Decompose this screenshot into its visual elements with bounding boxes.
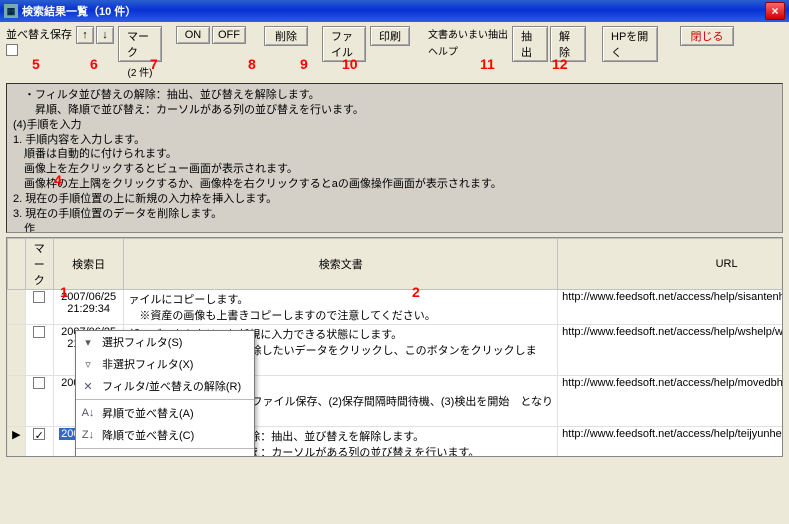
result-grid[interactable]: マーク 検索日 検索文書 URL URL更新日 2007/06/2521:29:… <box>6 237 783 457</box>
ctx-filter-clear[interactable]: ✕ フィルタ/並べ替えの解除(R) <box>76 375 254 397</box>
mark-cell[interactable] <box>25 376 53 427</box>
url-cell: http://www.feedsoft.net/access/help/wshe… <box>558 325 783 376</box>
file-button[interactable]: ファイル <box>322 26 366 62</box>
off-button[interactable]: OFF <box>212 26 246 44</box>
sort-save-checkbox[interactable] <box>6 44 18 56</box>
mark-cell[interactable] <box>25 290 53 325</box>
delete-button[interactable]: 削除 <box>264 26 308 46</box>
help-link[interactable]: ヘルプ <box>428 43 458 58</box>
col-mark[interactable]: マーク <box>25 239 53 290</box>
ctx-item-label: 昇順で並べ替え(A) <box>102 405 194 421</box>
sort-asc-icon: A↓ <box>80 406 96 420</box>
mark-cell[interactable]: ✓ <box>25 427 53 458</box>
col-date[interactable]: 検索日 <box>53 239 124 290</box>
mark-cell[interactable] <box>25 325 53 376</box>
url-cell: http://www.feedsoft.net/access/help/sisa… <box>558 290 783 325</box>
ctx-item-label: フィルタ/並べ替えの解除(R) <box>102 378 241 394</box>
filter-sel-icon: ▾ <box>80 335 96 349</box>
row-selector[interactable]: ▶ <box>8 427 26 458</box>
ctx-item-label: 選択フィルタ(S) <box>102 334 182 350</box>
row-header-blank <box>8 239 26 290</box>
ctx-sort-desc[interactable]: Z↓ 降順で並べ替え(C) <box>76 424 254 446</box>
titlebar: ▦ 検索結果一覧（10 件） × <box>0 0 789 22</box>
filter-nonsel-icon: ▿ <box>80 357 96 371</box>
window-title: 検索結果一覧（10 件） <box>22 3 765 19</box>
table-row[interactable]: 2007/06/2521:29:34ァイルにコピーします。 ※資産の画像も上書き… <box>8 290 784 325</box>
row-selector[interactable] <box>8 290 26 325</box>
context-menu: ▾ 選択フィルタ(S) ▿ 非選択フィルタ(X) ✕ フィルタ/並べ替えの解除(… <box>75 330 255 457</box>
ctx-item-label: 降順で並べ替え(C) <box>102 427 194 443</box>
toolbar: 並べ替え保存 ↑ ↓ マーク (2 件) ON OFF 削除 ファイル 印刷 文… <box>0 22 789 81</box>
filter-clear-icon: ✕ <box>80 379 96 393</box>
close-list-button[interactable]: 閉じる <box>680 26 734 46</box>
extract-button[interactable]: 抽出 <box>512 26 548 62</box>
sort-desc-icon: Z↓ <box>80 428 96 442</box>
col-doc[interactable]: 検索文書 <box>124 239 558 290</box>
on-button[interactable]: ON <box>176 26 210 44</box>
ctx-item-label: 非選択フィルタ(X) <box>102 356 193 372</box>
url-cell: http://www.feedsoft.net/access/help/teij… <box>558 427 783 458</box>
open-hp-button[interactable]: HPを開く <box>602 26 658 62</box>
ctx-filter-selection[interactable]: ▾ 選択フィルタ(S) <box>76 331 254 353</box>
url-cell: http://www.feedsoft.net/access/help/move… <box>558 376 783 427</box>
mark-button[interactable]: マーク <box>118 26 162 62</box>
app-icon: ▦ <box>4 4 18 18</box>
sort-up-button[interactable]: ↑ <box>76 26 94 44</box>
close-window-button[interactable]: × <box>765 2 785 20</box>
mark-count-label: (2 件) <box>128 64 153 79</box>
row-selector[interactable] <box>8 376 26 427</box>
sort-save-label: 並べ替え保存 <box>6 26 72 42</box>
info-panel: ・フィルタ並び替えの解除：抽出、並び替えを解除します。 昇順、降順で並び替え：カ… <box>6 83 783 233</box>
row-selector[interactable] <box>8 325 26 376</box>
doc-cell: ァイルにコピーします。 ※資産の画像も上書きコピーしますので注意してください。 <box>124 290 558 325</box>
doc-extract-group-label: 文書あいまい抽出 <box>428 26 508 41</box>
cancel-extract-button[interactable]: 解除 <box>550 26 586 62</box>
ctx-sort-asc[interactable]: A↓ 昇順で並べ替え(A) <box>76 402 254 424</box>
date-cell: 2007/06/2521:29:34 <box>53 290 124 325</box>
print-button[interactable]: 印刷 <box>370 26 410 46</box>
col-url[interactable]: URL <box>558 239 783 290</box>
ctx-filter-nonselection[interactable]: ▿ 非選択フィルタ(X) <box>76 353 254 375</box>
sort-down-button[interactable]: ↓ <box>96 26 114 44</box>
